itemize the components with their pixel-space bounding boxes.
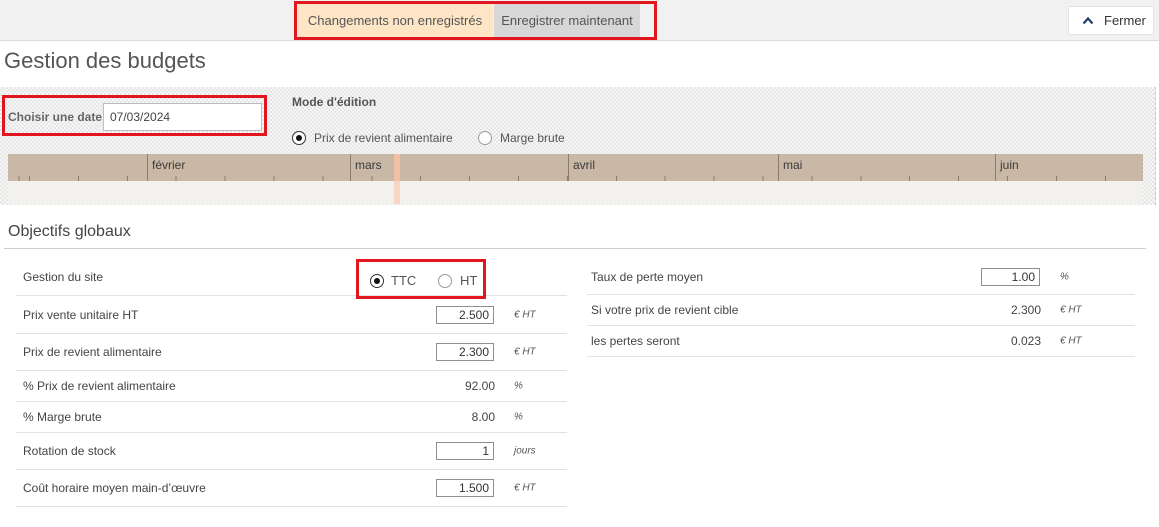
date-picker-highlight: Choisir une date <box>2 95 267 136</box>
row-unit: % <box>1060 271 1069 282</box>
date-input[interactable] <box>103 103 262 131</box>
table-row: les pertes seront 0.023 € HT <box>587 326 1135 357</box>
save-now-button[interactable]: Enregistrer maintenant <box>494 4 640 37</box>
edit-mode-option-label: Marge brute <box>500 131 565 145</box>
filter-panel: Choisir une date Mode d'édition Prix de … <box>0 87 1156 205</box>
edit-mode-radio-food-cost[interactable] <box>292 131 306 145</box>
timeline-month-label: mai <box>783 158 803 172</box>
date-timeline[interactable]: février mars avril mai juin <box>8 154 1143 204</box>
table-row: Gestion du site TTC HT <box>16 259 567 299</box>
timeline-month-label: février <box>152 158 186 172</box>
table-row: Prix vente unitaire HT € HT <box>16 296 567 334</box>
tax-mode-option-label: HT <box>460 273 478 288</box>
timeline-selected-day-marker[interactable] <box>394 154 400 204</box>
row-label: Coût horaire moyen main-d’œuvre <box>23 481 206 495</box>
objectives-right-table: Taux de perte moyen % Si votre prix de r… <box>587 259 1135 357</box>
timeline-ticks <box>8 176 1143 181</box>
row-value: 0.023 <box>1010 334 1041 348</box>
row-label: % Marge brute <box>23 410 102 424</box>
tax-mode-radio-ht[interactable] <box>438 274 452 288</box>
unsaved-changes-highlight: Changements non enregistrés Enregistrer … <box>294 1 657 40</box>
date-label: Choisir une date <box>8 110 103 124</box>
tax-mode-radio-ttc[interactable] <box>370 274 384 288</box>
table-row: % Prix de revient alimentaire 92.00 % <box>16 371 567 402</box>
timeline-track[interactable] <box>8 181 1143 204</box>
unsaved-changes-notice: Changements non enregistrés <box>297 4 493 37</box>
labor-hourly-cost-input[interactable] <box>436 479 494 497</box>
objectives-left-table: Gestion du site TTC HT Prix vente unitai… <box>16 259 567 507</box>
edit-mode-radio-gross-margin[interactable] <box>478 131 492 145</box>
timeline-month-label: avril <box>573 158 596 172</box>
table-row: Si votre prix de revient cible 2.300 € H… <box>587 295 1135 326</box>
table-row: Prix de revient alimentaire € HT <box>16 334 567 371</box>
row-value: 92.00 <box>464 379 495 393</box>
row-unit: € HT <box>1060 304 1082 316</box>
stock-rotation-input[interactable] <box>436 442 494 460</box>
timeline-month-label: juin <box>1000 158 1019 172</box>
timeline-month-divider <box>350 154 351 181</box>
timeline-month-divider <box>778 154 779 181</box>
row-unit: jours <box>514 445 536 457</box>
tax-mode-option-label: TTC <box>391 273 417 288</box>
row-label: Prix de revient alimentaire <box>23 345 162 359</box>
page-title: Gestion des budgets <box>4 48 206 73</box>
edit-mode-label: Mode d'édition <box>292 95 377 109</box>
row-value: 2.300 <box>1010 303 1041 317</box>
tax-mode-highlight: TTC HT <box>356 259 486 299</box>
average-loss-rate-input[interactable] <box>981 267 1040 286</box>
unit-price-input[interactable] <box>436 305 494 324</box>
close-button-label: Fermer <box>1104 13 1146 28</box>
edit-mode-option-label: Prix de revient alimentaire <box>314 131 453 145</box>
timeline-month-label: mars <box>355 158 382 172</box>
row-label: Si votre prix de revient cible <box>591 303 739 317</box>
close-button[interactable]: Fermer <box>1068 6 1154 35</box>
row-label: Prix vente unitaire HT <box>23 307 139 322</box>
row-value: 8.00 <box>471 410 495 424</box>
table-row: Taux de perte moyen % <box>587 259 1135 295</box>
row-label: % Prix de revient alimentaire <box>23 379 176 393</box>
timeline-month-divider <box>147 154 148 181</box>
chevron-up-icon <box>1082 16 1094 25</box>
timeline-month-divider <box>568 154 569 181</box>
row-unit: % <box>514 411 523 423</box>
row-unit: € HT <box>514 346 536 358</box>
table-row: % Marge brute 8.00 % <box>16 402 567 433</box>
section-title: Objectifs globaux <box>8 223 131 240</box>
section-divider <box>4 248 1146 249</box>
row-label: Taux de perte moyen <box>591 269 704 284</box>
row-label: Rotation de stock <box>23 444 116 458</box>
row-unit: € HT <box>514 482 536 494</box>
top-bar: Changements non enregistrés Enregistrer … <box>0 0 1159 41</box>
row-unit: € HT <box>1060 335 1082 347</box>
food-cost-input[interactable] <box>436 343 494 361</box>
row-unit: % <box>514 380 523 392</box>
row-unit: € HT <box>514 309 536 320</box>
table-row: Rotation de stock jours <box>16 433 567 470</box>
row-label: les pertes seront <box>591 334 680 348</box>
timeline-month-divider <box>995 154 996 181</box>
row-label: Gestion du site <box>23 270 104 284</box>
table-row: Coût horaire moyen main-d’œuvre € HT <box>16 470 567 507</box>
